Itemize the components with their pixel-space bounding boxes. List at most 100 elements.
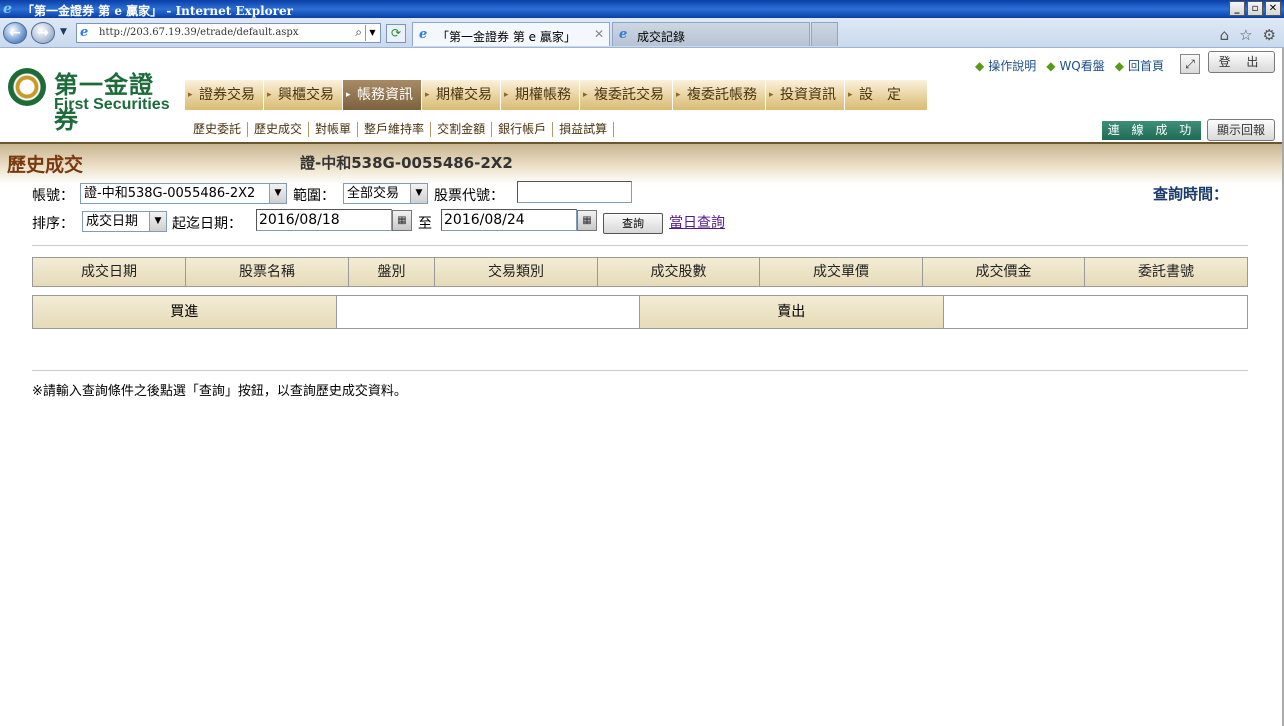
maximize-button[interactable]: ▫ [1247,1,1263,16]
nav-futures-trading[interactable]: 期權交易 [422,80,501,110]
logout-button[interactable]: 登 出 [1208,51,1275,73]
account-label: 帳號： [32,188,74,204]
minimize-button[interactable]: _ [1229,1,1245,16]
chevron-down-icon[interactable]: ▼ [410,184,427,203]
refresh-icon[interactable]: ⟳ [386,24,406,43]
forward-arrow-icon[interactable]: → [31,22,55,44]
range-label: 範圍： [293,188,335,204]
range-select[interactable]: 全部交易 ▼ [343,183,428,204]
page-content: 第一金證券 First Securities ◆ 操作說明 ◆ WQ看盤 ◆ 回首頁 … [0,48,1284,726]
top-links: ◆ 操作說明 ◆ WQ看盤 ◆ 回首頁 [975,57,1164,74]
fullscreen-icon[interactable]: ⤢ [1180,54,1200,74]
favorites-star-icon[interactable]: ☆ [1239,26,1252,44]
address-url[interactable]: http://203.67.19.39/etrade/default.aspx [99,27,298,38]
diamond-bullet-icon: ◆ [1114,59,1124,73]
page-header: 歷史成交 證-中和538G-0055486-2X2 [0,144,1284,184]
account-select[interactable]: 證-中和538G-0055486-2X2 ▼ [80,183,287,204]
end-date-input[interactable]: 2016/08/24 [441,209,577,231]
summary-row: 買進 賣出 [32,295,1248,329]
col-shares: 成交股數 [598,258,760,286]
stock-code-label: 股票代號： [434,188,504,204]
page-favicon-icon: e [80,25,89,40]
subnav-trade-history[interactable]: 歷史成交 [248,122,310,137]
nav-futures-account[interactable]: 期權帳務 [501,80,580,110]
nav-sub-brokerage-trading[interactable]: 複委託交易 [580,80,673,110]
nav-settings[interactable]: 設 定 [845,80,928,110]
col-trade-date: 成交日期 [33,258,186,286]
main-nav: 證券交易 興櫃交易 帳務資訊 期權交易 期權帳務 複委託交易 複委託帳務 投資資… [185,80,928,110]
subnav-statement[interactable]: 對帳單 [309,122,359,137]
sub-nav: 歷史委託 歷史成交 對帳單 整戶維持率 交割金額 銀行帳戶 損益試算 [187,122,615,137]
show-reply-button[interactable]: 顯示回報 [1207,119,1275,141]
page-title: 歷史成交 [7,154,84,176]
form-divider [32,245,1248,246]
brand-logo-icon [8,68,46,106]
col-stock-name: 股票名稱 [186,258,349,286]
subnav-settlement-amount[interactable]: 交割金額 [431,122,493,137]
nav-sub-brokerage-account[interactable]: 複委託帳務 [673,80,766,110]
tab-ie-icon: e [419,27,428,42]
col-unit-price: 成交單價 [760,258,923,286]
sell-value [944,296,1248,328]
end-calendar-icon[interactable]: ▦ [577,210,597,231]
today-query-link[interactable]: 當日查詢 [669,212,725,232]
sort-label: 排序： [32,216,74,232]
subnav-order-history[interactable]: 歷史委託 [187,122,249,137]
instruction-note: ※請輸入查詢條件之後點選「查詢」按鈕，以查詢歷史成交資料。 [32,384,407,399]
query-button[interactable]: 查詢 [603,213,663,234]
nav-account-info[interactable]: 帳務資訊 [343,80,422,110]
account-display: 證-中和538G-0055486-2X2 [300,154,513,172]
home-icon[interactable]: ⌂ [1220,26,1230,44]
subnav-maintenance-ratio[interactable]: 整戶維持率 [358,122,432,137]
brand-name-en: First Securities [54,96,170,113]
subnav-pnl-calc[interactable]: 損益試算 [553,122,615,137]
sort-select[interactable]: 成交日期 ▼ [82,211,167,232]
query-time-label: 查詢時間： [1153,185,1229,203]
col-trade-type: 交易類別 [435,258,598,286]
diamond-bullet-icon: ◆ [1046,59,1056,73]
back-arrow-icon[interactable]: ← [3,22,27,44]
window-titlebar: e 「第一金證券 第 e 贏家」 - Internet Explorer _ ▫… [0,0,1284,18]
sell-label: 賣出 [640,296,944,328]
tab-label: 成交記錄 [637,30,686,44]
chevron-down-icon[interactable]: ▼ [149,212,166,231]
address-bar[interactable]: e http://203.67.19.39/etrade/default.asp… [76,23,381,43]
tools-gear-icon[interactable]: ⚙ [1263,26,1276,44]
ie-logo-icon: e [3,1,12,17]
to-label: 至 [418,216,432,232]
col-order-no: 委託書號 [1085,258,1247,286]
start-date-input[interactable]: 2016/08/18 [256,209,392,231]
window-title: 「第一金證券 第 e 贏家」 - Internet Explorer [22,4,293,18]
subnav-bank-account[interactable]: 銀行帳戶 [492,122,554,137]
tab-label: 「第一金證券 第 e 贏家」 [437,30,576,44]
help-link[interactable]: ◆ 操作說明 [975,57,1036,74]
nav-securities-trading[interactable]: 證券交易 [185,80,264,110]
stock-code-input[interactable] [517,181,632,203]
window-controls: _ ▫ ✕ [1229,1,1281,16]
wq-link[interactable]: ◆ WQ看盤 [1046,57,1105,74]
col-session: 盤別 [349,258,435,286]
results-divider [32,370,1248,371]
new-tab-button[interactable] [811,22,838,46]
tab-etrade[interactable]: e 「第一金證券 第 e 贏家」 ✕ [412,22,610,46]
start-calendar-icon[interactable]: ▦ [392,210,412,231]
browser-command-icons: ⌂ ☆ ⚙ [1220,26,1276,44]
col-amount: 成交價金 [923,258,1085,286]
search-icon[interactable]: ⌕ [355,25,362,40]
chevron-down-icon[interactable]: ▼ [269,184,286,203]
connection-status-badge: 連 線 成 功 [1102,121,1201,140]
nav-investment-info[interactable]: 投資資訊 [766,80,845,110]
history-dropdown-icon[interactable]: ▼ [60,27,67,37]
diamond-bullet-icon: ◆ [974,59,985,73]
results-table-header: 成交日期 股票名稱 盤別 交易類別 成交股數 成交單價 成交價金 委託書號 [32,257,1248,287]
nav-emerging-trading[interactable]: 興櫃交易 [264,80,343,110]
tab-ie-icon: e [619,27,628,42]
tab-trade-record[interactable]: e 成交記錄 [612,22,810,46]
address-dropdown-icon[interactable]: ▼ [365,25,379,41]
tab-close-icon[interactable]: ✕ [594,27,604,41]
home-link[interactable]: ◆ 回首頁 [1115,57,1164,74]
close-window-button[interactable]: ✕ [1265,1,1281,16]
brand-logo[interactable]: 第一金證券 First Securities [8,65,178,134]
browser-toolbar: ← → ▼ e http://203.67.19.39/etrade/defau… [0,18,1284,48]
date-range-label: 起迄日期： [172,216,242,232]
